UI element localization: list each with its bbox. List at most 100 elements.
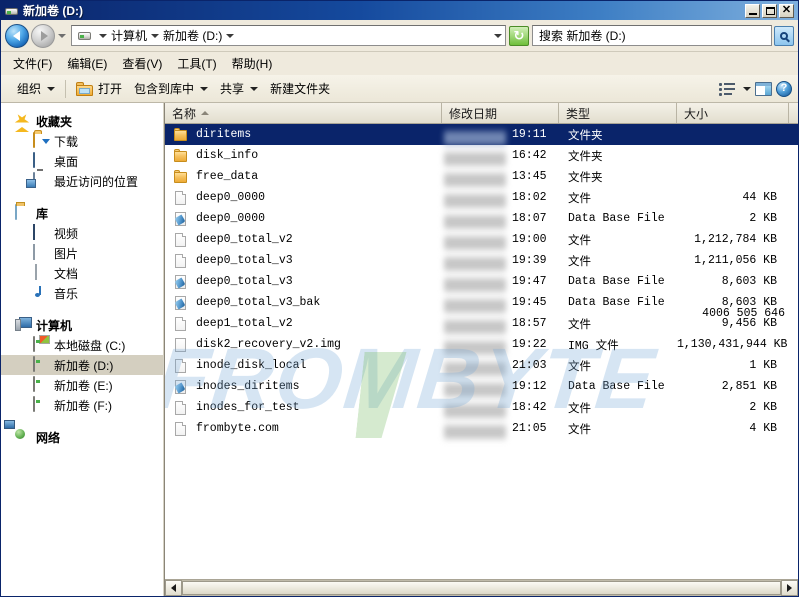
column-header-date[interactable]: 修改日期 [442, 103, 559, 123]
menu-view[interactable]: 查看(V) [118, 53, 173, 74]
chevron-right-icon[interactable] [151, 33, 160, 38]
table-row[interactable]: deep0_total_v3_bak 19:45 Data Base File 8,6… [165, 292, 798, 315]
file-size: 2 KB [749, 212, 777, 225]
breadcrumb-item-drive[interactable]: 新加卷 (D:) [163, 27, 222, 44]
column-header-size[interactable]: 大小 [677, 103, 789, 123]
table-row[interactable]: deep1_total_v2 18:57 文件 9,456 KB [165, 313, 798, 336]
menu-tools[interactable]: 工具(T) [173, 53, 227, 74]
table-row[interactable]: deep0_total_v3 19:47 Data Base File 8,603 K… [165, 271, 798, 294]
title-bar[interactable]: 新加卷 (D:) ✕ [1, 1, 798, 20]
search-button[interactable] [774, 25, 794, 46]
chevron-right-icon[interactable] [99, 33, 107, 38]
table-row[interactable]: frombyte.com 21:05 文件 4 KB [165, 418, 798, 441]
sidebar-item-recent-places[interactable]: 最近访问的位置 [1, 171, 163, 191]
sidebar-item-volume-e[interactable]: 新加卷 (E:) [1, 375, 163, 395]
back-button[interactable] [5, 23, 29, 48]
breadcrumb-item-computer[interactable]: 计算机 [111, 27, 147, 44]
close-button[interactable]: ✕ [779, 3, 794, 18]
sidebar-item-music[interactable]: 音乐 [1, 283, 163, 303]
sidebar-item-pictures[interactable]: 图片 [1, 243, 163, 263]
table-row[interactable]: deep0_total_v2 19:00 文件 1,212,784 KB [165, 229, 798, 252]
history-dropdown-icon[interactable] [58, 33, 66, 38]
sidebar-item-volume-d[interactable]: 新加卷 (D:) [1, 355, 163, 375]
address-bar: 计算机 新加卷 (D:) ↻ 搜索 新加卷 (D:) [1, 20, 798, 52]
file-type: 文件夹 [568, 171, 603, 185]
sidebar-item-network[interactable]: 网络 [1, 427, 163, 447]
breadcrumb-bar[interactable]: 计算机 新加卷 (D:) [71, 25, 506, 46]
scroll-left-button[interactable] [165, 580, 182, 596]
sidebar-item-favorites[interactable]: 收藏夹 [1, 111, 163, 132]
sidebar-item-libraries[interactable]: 库 [1, 203, 163, 223]
nav-group-favorites: 收藏夹 下载 桌面 最近访问的位置 [1, 111, 163, 191]
chevron-down-icon [200, 86, 209, 91]
sidebar-item-documents[interactable]: 文档 [1, 263, 163, 283]
cell-name: deep0_total_v3_bak [165, 295, 442, 311]
list-view-icon[interactable] [719, 82, 737, 96]
cell-type: 文件 [559, 190, 677, 206]
cell-name: deep0_0000 [165, 190, 442, 206]
cell-date: 18:42 [442, 401, 559, 420]
minimize-button[interactable] [745, 3, 760, 18]
menu-edit[interactable]: 编辑(E) [63, 53, 118, 74]
horizontal-scrollbar[interactable] [165, 579, 798, 596]
table-row[interactable]: inode_disk_local 21:03 文件 1 KB [165, 355, 798, 378]
menu-help[interactable]: 帮助(H) [228, 53, 284, 74]
file-rows[interactable]: FROMBYTE ® 4006 505 646 diritems19:11文件夹… [165, 124, 798, 579]
file-type: 文件 [568, 423, 591, 437]
table-row[interactable]: deep0_total_v3 19:39 文件 1,211,056 KB [165, 250, 798, 273]
folder-icon [173, 148, 189, 164]
column-header-name[interactable]: 名称 [165, 103, 442, 123]
toolbar-right-group: ? [719, 80, 792, 97]
help-icon[interactable]: ? [776, 80, 792, 97]
preview-pane-icon[interactable] [755, 81, 772, 96]
maximize-button[interactable] [762, 3, 777, 18]
table-row[interactable]: inodes_for_test 18:42 文件 2 KB [165, 397, 798, 420]
table-row[interactable]: free_data 13:45 文件夹 [165, 166, 798, 189]
cell-size: 1,212,784 KB [677, 233, 789, 246]
file-time: 19:00 [512, 233, 547, 246]
chevron-right-icon[interactable] [226, 33, 235, 38]
file-time: 18:02 [512, 191, 547, 204]
sidebar-label-libraries: 库 [36, 206, 49, 221]
sidebar-item-videos[interactable]: 视频 [1, 223, 163, 243]
chevron-down-icon [47, 86, 56, 91]
file-name: deep0_total_v3 [196, 275, 293, 288]
refresh-button[interactable]: ↻ [509, 25, 529, 46]
column-header-type[interactable]: 类型 [559, 103, 677, 123]
sidebar-item-desktop[interactable]: 桌面 [1, 151, 163, 171]
cell-type: 文件 [559, 232, 677, 248]
navigation-pane[interactable]: 收藏夹 下载 桌面 最近访问的位置 库 视频 图片 文档 音乐 计算机 本地磁盘… [1, 103, 164, 596]
file-type: IMG 文件 [568, 339, 619, 353]
view-dropdown-icon[interactable] [743, 86, 751, 91]
organize-button[interactable]: 组织 [11, 77, 61, 100]
file-time: 19:11 [512, 128, 547, 141]
menu-file[interactable]: 文件(F) [9, 53, 63, 74]
file-name: deep0_0000 [196, 191, 266, 204]
scroll-track[interactable] [182, 580, 781, 596]
forward-button[interactable] [31, 23, 55, 48]
table-row[interactable]: diritems 19:11 文件夹 [165, 124, 798, 147]
include-in-library-button[interactable]: 包含到库中 [128, 77, 214, 100]
table-row[interactable]: deep0_0000 18:02 文件 44 KB [165, 187, 798, 210]
table-row[interactable]: disk_info 16:42 文件夹 [165, 145, 798, 168]
sidebar-item-volume-f[interactable]: 新加卷 (F:) [1, 395, 163, 415]
cell-type: 文件夹 [559, 169, 677, 185]
scroll-thumb[interactable] [182, 581, 781, 595]
file-icon [173, 253, 189, 269]
sidebar-item-computer[interactable]: 计算机 [1, 315, 163, 335]
drive-icon [33, 376, 49, 393]
sidebar-item-downloads[interactable]: 下载 [1, 131, 163, 151]
table-row[interactable]: disk2_recovery_v2.img 19:22 IMG 文件 1,130,43… [165, 334, 798, 357]
scroll-right-button[interactable] [781, 580, 798, 596]
table-row[interactable]: inodes_diritems 19:12 Data Base File 2,851 … [165, 376, 798, 399]
share-button[interactable]: 共享 [214, 77, 264, 100]
search-input[interactable]: 搜索 新加卷 (D:) [532, 25, 772, 46]
cell-size: 8,603 KB [677, 296, 789, 309]
new-folder-button[interactable]: 新建文件夹 [264, 77, 336, 100]
folder-icon [173, 169, 189, 185]
sidebar-item-local-disk-c[interactable]: 本地磁盘 (C:) [1, 335, 163, 355]
breadcrumb-overflow-icon[interactable] [494, 33, 502, 38]
table-row[interactable]: deep0_0000 18:07 Data Base File 2 KB [165, 208, 798, 231]
open-button[interactable]: 打开 [70, 77, 128, 100]
